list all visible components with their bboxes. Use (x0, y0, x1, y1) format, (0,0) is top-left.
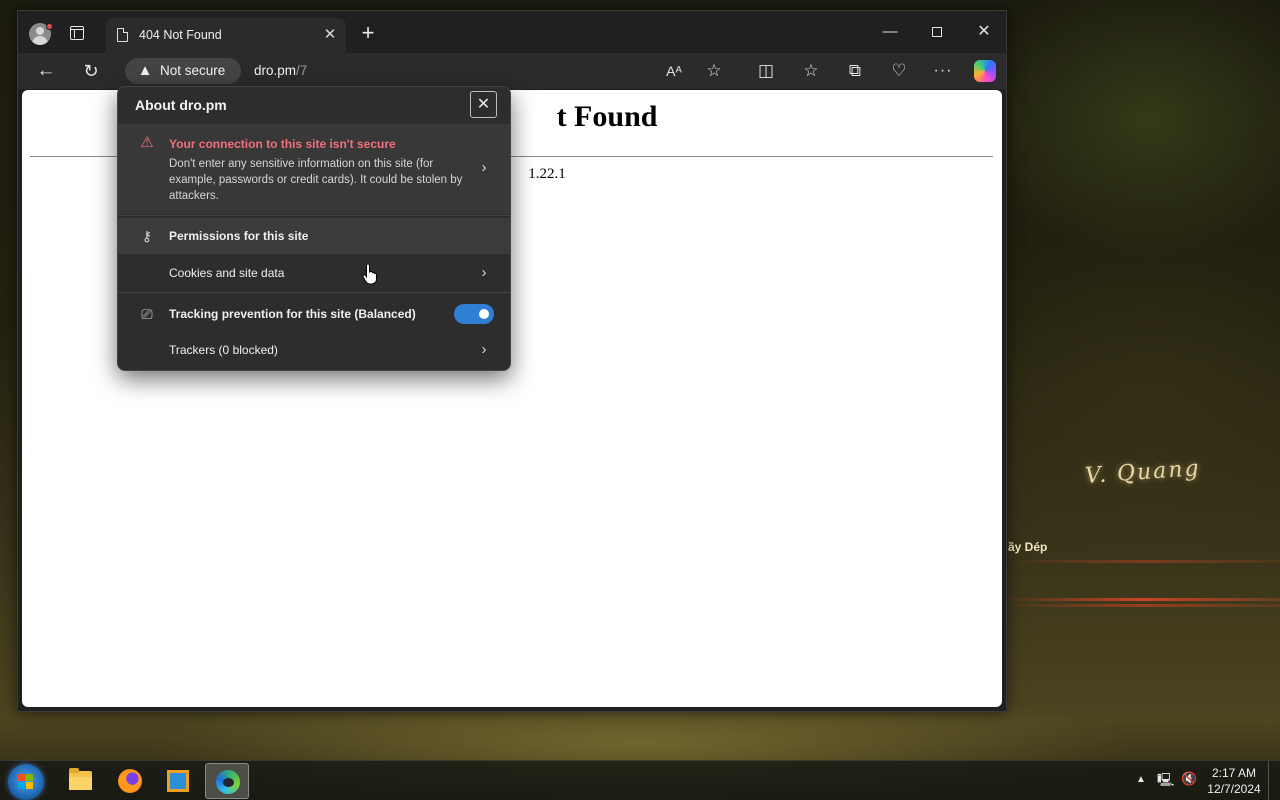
split-screen-icon[interactable]: ◫ (754, 59, 778, 83)
taskbar: ▲ 🖳 🔇 2:17 AM 12/7/2024 (0, 760, 1280, 800)
file-explorer-taskbar-button[interactable] (58, 763, 102, 799)
minimize-button[interactable]: — (868, 21, 912, 43)
network-icon[interactable]: 🖳 (1157, 771, 1174, 793)
key-icon: ⚷ (141, 228, 153, 244)
volume-muted-icon[interactable]: 🔇 (1181, 771, 1197, 787)
page-icon (117, 28, 128, 42)
clock-time: 2:17 AM (1211, 766, 1257, 780)
copilot-icon[interactable] (974, 60, 996, 82)
trackers-row[interactable]: Trackers (0 blocked) › (118, 332, 510, 368)
app-icon (167, 770, 189, 792)
edge-taskbar-button[interactable] (205, 763, 249, 799)
wallpaper-sign-text: V. Quang (1084, 455, 1202, 490)
divider (118, 292, 510, 293)
app-taskbar-button[interactable] (156, 763, 200, 799)
back-arrow-icon[interactable]: ← (34, 59, 58, 83)
light-streak (1005, 560, 1280, 563)
connection-warning-description: Don't enter any sensitive information on… (169, 158, 463, 202)
more-options-icon[interactable]: ··· (931, 59, 955, 83)
light-streak (1005, 604, 1280, 607)
firefox-icon (118, 769, 142, 793)
show-desktop-button[interactable] (1268, 761, 1280, 800)
tracking-prevention-row: ⎚ Tracking prevention for this site (Bal… (118, 296, 510, 332)
close-window-button[interactable]: ✕ (962, 21, 1006, 43)
clock-date: 12/7/2024 (1207, 782, 1261, 796)
hand-cursor-icon (362, 263, 377, 285)
divider (118, 215, 510, 216)
tracking-prevention-toggle[interactable] (454, 304, 494, 324)
favorite-star-icon[interactable]: ☆ (702, 59, 726, 83)
system-clock[interactable]: 2:17 AM 12/7/2024 (1202, 765, 1266, 797)
windows-logo-icon (18, 774, 34, 790)
refresh-icon[interactable]: ↻ (79, 59, 103, 83)
maximize-button[interactable] (915, 21, 959, 43)
popup-close-button[interactable]: ✕ (470, 91, 497, 118)
wallpaper-small-text: ầy Dép (1008, 540, 1048, 554)
cookies-row[interactable]: Cookies and site data › (118, 255, 510, 291)
connection-security-row[interactable]: ⚠ Your connection to this site isn't sec… (118, 124, 510, 214)
site-info-popup: About dro.pm ✕ ⚠ Your connection to this… (117, 86, 511, 371)
address-bar[interactable]: dro.pm/7 (254, 63, 307, 78)
address-host: dro.pm (254, 63, 297, 78)
browser-toolbar: ← ↻ ▲ Not secure dro.pm/7 Aᴬ ☆ ◫ ☆ ⧉ ♡ ·… (18, 53, 1006, 89)
popup-title: About dro.pm (135, 97, 227, 113)
folder-icon (69, 768, 92, 790)
read-aloud-icon[interactable]: Aᴬ (662, 59, 686, 83)
new-tab-plus-icon[interactable]: + (357, 22, 379, 44)
trackers-label: Trackers (0 blocked) (169, 343, 278, 357)
tab-404-not-found[interactable]: 404 Not Found ✕ (106, 18, 346, 53)
title-bar: 404 Not Found ✕ + — ✕ (18, 11, 1006, 53)
collections-icon[interactable]: ⧉ (843, 59, 867, 83)
tracking-prevention-label: Tracking prevention for this site (Balan… (169, 307, 416, 321)
firefox-taskbar-button[interactable] (108, 763, 152, 799)
tab-title: 404 Not Found (139, 28, 222, 42)
chevron-right-icon: › (481, 159, 487, 176)
favorites-list-icon[interactable]: ☆ (799, 59, 823, 83)
start-button[interactable] (8, 764, 44, 800)
not-secure-indicator[interactable]: ▲ Not secure (125, 58, 241, 84)
light-streak (1005, 598, 1280, 601)
browser-essentials-heart-icon[interactable]: ♡ (887, 59, 911, 83)
warning-triangle-icon: ⚠ (140, 134, 154, 151)
permissions-label: Permissions for this site (169, 229, 309, 243)
permissions-row[interactable]: ⚷ Permissions for this site (118, 218, 510, 254)
cookies-label: Cookies and site data (169, 266, 285, 280)
warning-triangle-icon: ▲ (137, 62, 153, 79)
tab-close-icon[interactable]: ✕ (320, 25, 340, 45)
not-secure-label: Not secure (160, 63, 226, 78)
chevron-right-icon: › (481, 341, 487, 358)
tracking-prevention-icon: ⎚ (141, 306, 153, 322)
profile-notification-dot (46, 23, 53, 30)
show-hidden-icons-icon[interactable]: ▲ (1136, 774, 1146, 785)
connection-warning-title: Your connection to this site isn't secur… (169, 137, 396, 151)
address-path: /7 (296, 63, 308, 78)
edge-icon (216, 770, 240, 794)
tab-actions-icon[interactable] (70, 26, 84, 40)
chevron-right-icon: › (481, 264, 487, 281)
